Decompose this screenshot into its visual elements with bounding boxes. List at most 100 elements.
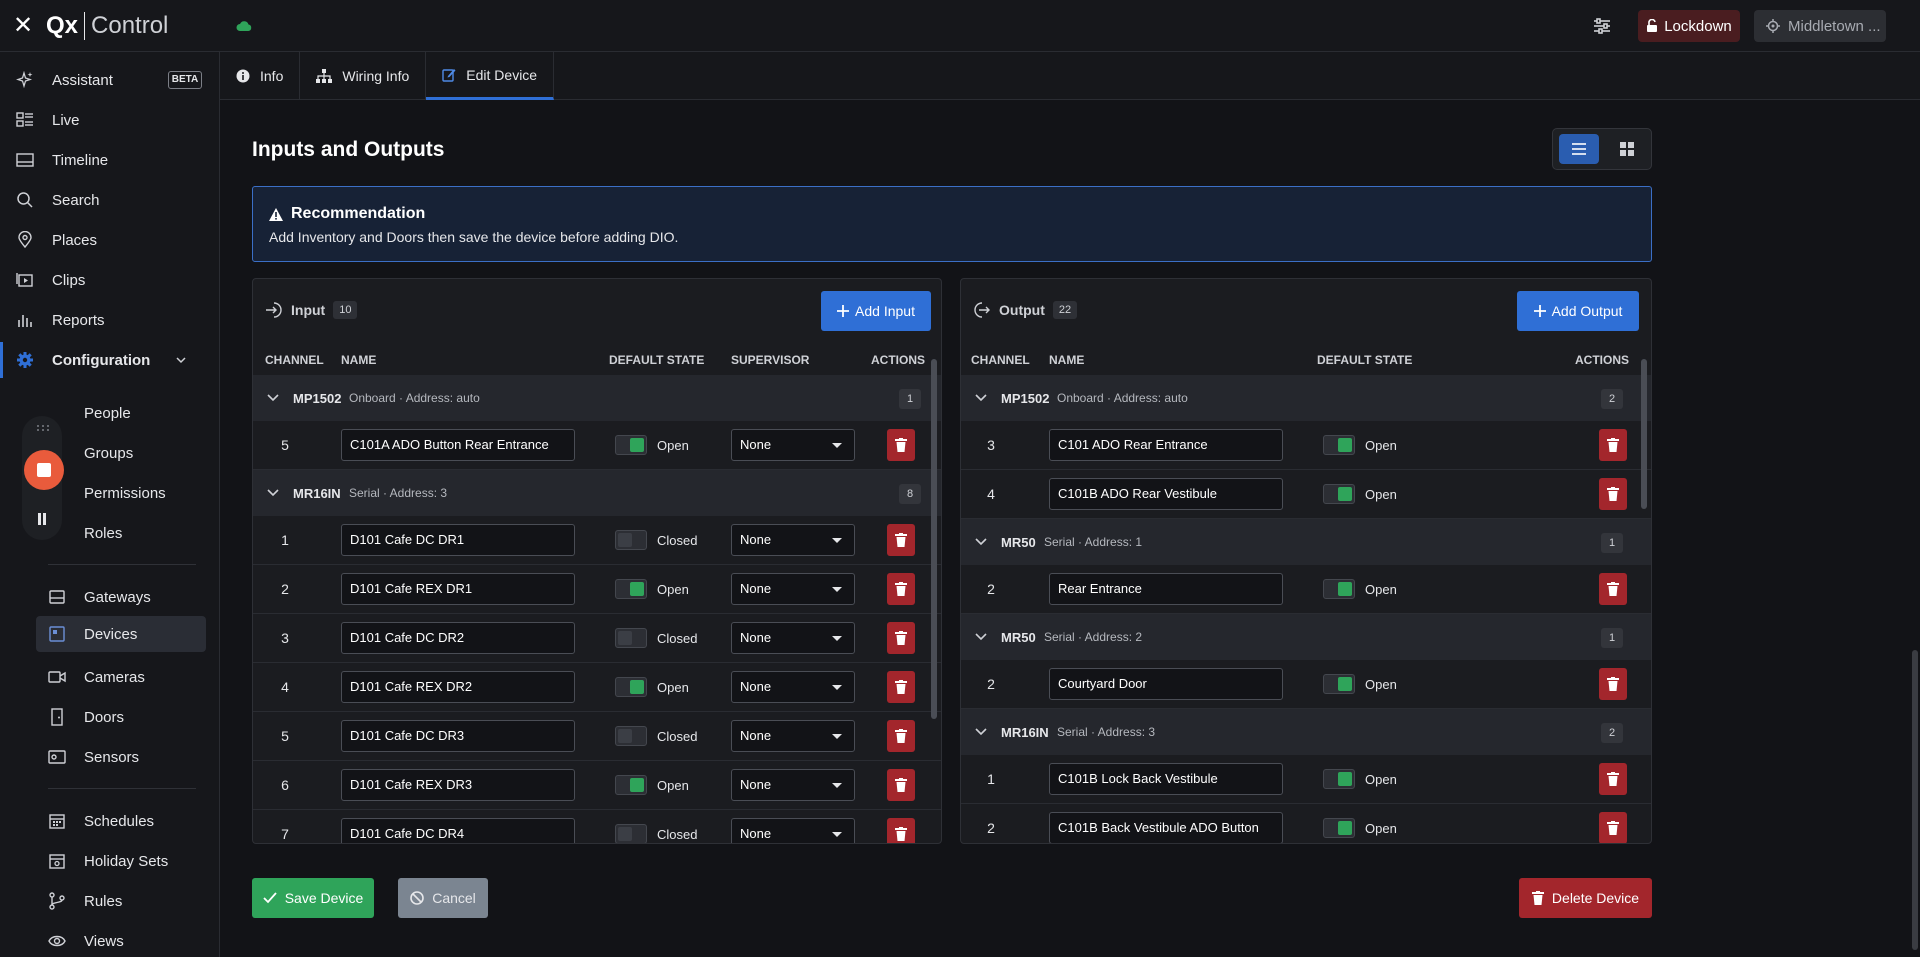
name-input[interactable]: C101A ADO Button Rear Entrance — [341, 429, 575, 461]
sidebar-item-doors[interactable]: Doors — [0, 699, 220, 735]
input-scroll-thumb[interactable] — [931, 359, 937, 719]
delete-row-button[interactable] — [887, 769, 915, 801]
default-state-toggle[interactable] — [615, 677, 647, 697]
supervisor-select[interactable]: None — [731, 429, 855, 461]
supervisor-select[interactable]: None — [731, 720, 855, 752]
stop-recording-button[interactable] — [24, 450, 64, 490]
output-scroll-thumb[interactable] — [1641, 359, 1647, 509]
supervisor-select[interactable]: None — [731, 769, 855, 801]
name-input[interactable]: Rear Entrance — [1049, 573, 1283, 605]
chevron-down-icon[interactable] — [975, 394, 987, 402]
name-input[interactable]: C101B Lock Back Vestibule — [1049, 763, 1283, 795]
grid-view-button[interactable] — [1607, 134, 1647, 164]
group-row[interactable]: MP1502 Onboard · Address: auto 1 — [253, 375, 941, 421]
sidebar-item-timeline[interactable]: Timeline — [0, 142, 220, 178]
group-row[interactable]: MP1502 Onboard · Address: auto 2 — [961, 375, 1651, 421]
supervisor-select[interactable]: None — [731, 573, 855, 605]
sidebar-item-clips[interactable]: Clips — [0, 262, 220, 298]
default-state-toggle[interactable] — [615, 824, 647, 843]
page-scroll-thumb[interactable] — [1912, 650, 1918, 950]
cancel-button[interactable]: Cancel — [398, 878, 488, 918]
sidebar-item-sensors[interactable]: Sensors — [0, 739, 220, 775]
delete-row-button[interactable] — [1599, 668, 1627, 700]
sidebar-item-schedules[interactable]: Schedules — [0, 803, 220, 839]
delete-row-button[interactable] — [887, 524, 915, 556]
default-state-toggle[interactable] — [1323, 484, 1355, 504]
name-input[interactable]: D101 Cafe DC DR3 — [341, 720, 575, 752]
sidebar-item-views[interactable]: Views — [0, 923, 220, 957]
chevron-down-icon[interactable] — [267, 394, 279, 402]
delete-row-button[interactable] — [887, 622, 915, 654]
supervisor-select[interactable]: None — [731, 622, 855, 654]
default-state-toggle[interactable] — [1323, 769, 1355, 789]
delete-row-button[interactable] — [887, 720, 915, 752]
delete-row-button[interactable] — [1599, 429, 1627, 461]
default-state-toggle[interactable] — [1323, 435, 1355, 455]
default-state-toggle[interactable] — [615, 530, 647, 550]
tab-wiring-info[interactable]: Wiring Info — [300, 52, 427, 100]
site-selector[interactable]: Middletown ... — [1754, 10, 1886, 42]
sidebar-item-assistant[interactable]: Assistant BETA — [0, 62, 220, 98]
name-input[interactable]: Courtyard Door — [1049, 668, 1283, 700]
sidebar-item-cameras[interactable]: Cameras — [0, 659, 220, 695]
delete-row-button[interactable] — [1599, 478, 1627, 510]
delete-row-button[interactable] — [887, 818, 915, 843]
tab-info[interactable]: Info — [220, 52, 301, 100]
supervisor-select[interactable]: None — [731, 671, 855, 703]
sidebar-item-live[interactable]: Live — [0, 102, 220, 138]
name-input[interactable]: D101 Cafe REX DR3 — [341, 769, 575, 801]
delete-row-button[interactable] — [1599, 763, 1627, 795]
name-input[interactable]: D101 Cafe DC DR2 — [341, 622, 575, 654]
default-state-toggle[interactable] — [615, 775, 647, 795]
sidebar-item-devices[interactable]: Devices — [36, 616, 206, 652]
name-input[interactable]: D101 Cafe REX DR2 — [341, 671, 575, 703]
sidebar-item-places[interactable]: Places — [0, 222, 220, 258]
default-state-toggle[interactable] — [615, 628, 647, 648]
chevron-down-icon[interactable] — [975, 728, 987, 736]
chevron-down-icon[interactable] — [975, 633, 987, 641]
default-state-toggle[interactable] — [1323, 579, 1355, 599]
sidebar-item-holiday-sets[interactable]: Holiday Sets — [0, 843, 220, 879]
add-output-button[interactable]: Add Output — [1517, 291, 1639, 331]
name-input[interactable]: C101 ADO Rear Entrance — [1049, 429, 1283, 461]
name-input[interactable]: D101 Cafe REX DR1 — [341, 573, 575, 605]
delete-row-button[interactable] — [887, 671, 915, 703]
lockdown-button[interactable]: Lockdown — [1638, 10, 1740, 42]
default-state-toggle[interactable] — [1323, 674, 1355, 694]
group-row[interactable]: MR16IN Serial · Address: 3 2 — [961, 709, 1651, 755]
sidebar-item-search[interactable]: Search — [0, 182, 220, 218]
add-input-button[interactable]: Add Input — [821, 291, 931, 331]
sidebar-item-configuration[interactable]: Configuration — [0, 342, 220, 378]
delete-row-button[interactable] — [1599, 812, 1627, 843]
delete-row-button[interactable] — [887, 573, 915, 605]
group-row[interactable]: MR50 Serial · Address: 1 1 — [961, 519, 1651, 565]
list-view-button[interactable] — [1559, 134, 1599, 164]
page-scrollbar[interactable] — [1910, 100, 1920, 957]
pause-icon[interactable] — [36, 512, 48, 526]
group-row[interactable]: MR16IN Serial · Address: 3 8 — [253, 470, 941, 516]
supervisor-select[interactable]: None — [731, 818, 855, 843]
name-input[interactable]: C101B Back Vestibule ADO Button — [1049, 812, 1283, 843]
default-state-toggle[interactable] — [1323, 818, 1355, 838]
tab-edit-device[interactable]: Edit Device — [426, 52, 555, 100]
sidebar-item-reports[interactable]: Reports — [0, 302, 220, 338]
chevron-down-icon[interactable] — [267, 489, 279, 497]
save-device-button[interactable]: Save Device — [252, 878, 374, 918]
delete-row-button[interactable] — [1599, 573, 1627, 605]
default-state-toggle[interactable] — [615, 579, 647, 599]
group-row[interactable]: MR50 Serial · Address: 2 1 — [961, 614, 1651, 660]
name-input[interactable]: D101 Cafe DC DR1 — [341, 524, 575, 556]
default-state-toggle[interactable] — [615, 435, 647, 455]
name-input[interactable]: C101B ADO Rear Vestibule — [1049, 478, 1283, 510]
supervisor-select[interactable]: None — [731, 524, 855, 556]
default-state-toggle[interactable] — [615, 726, 647, 746]
sliders-icon[interactable] — [1592, 18, 1612, 34]
drag-handle-icon[interactable] — [36, 424, 50, 432]
delete-device-button[interactable]: Delete Device — [1519, 878, 1652, 918]
sidebar-item-gateways[interactable]: Gateways — [0, 579, 220, 615]
sidebar-item-rules[interactable]: Rules — [0, 883, 220, 919]
chevron-down-icon[interactable] — [975, 538, 987, 546]
input-scrollbar[interactable] — [929, 345, 939, 839]
output-scrollbar[interactable] — [1639, 345, 1649, 839]
close-icon[interactable]: ✕ — [0, 11, 46, 40]
